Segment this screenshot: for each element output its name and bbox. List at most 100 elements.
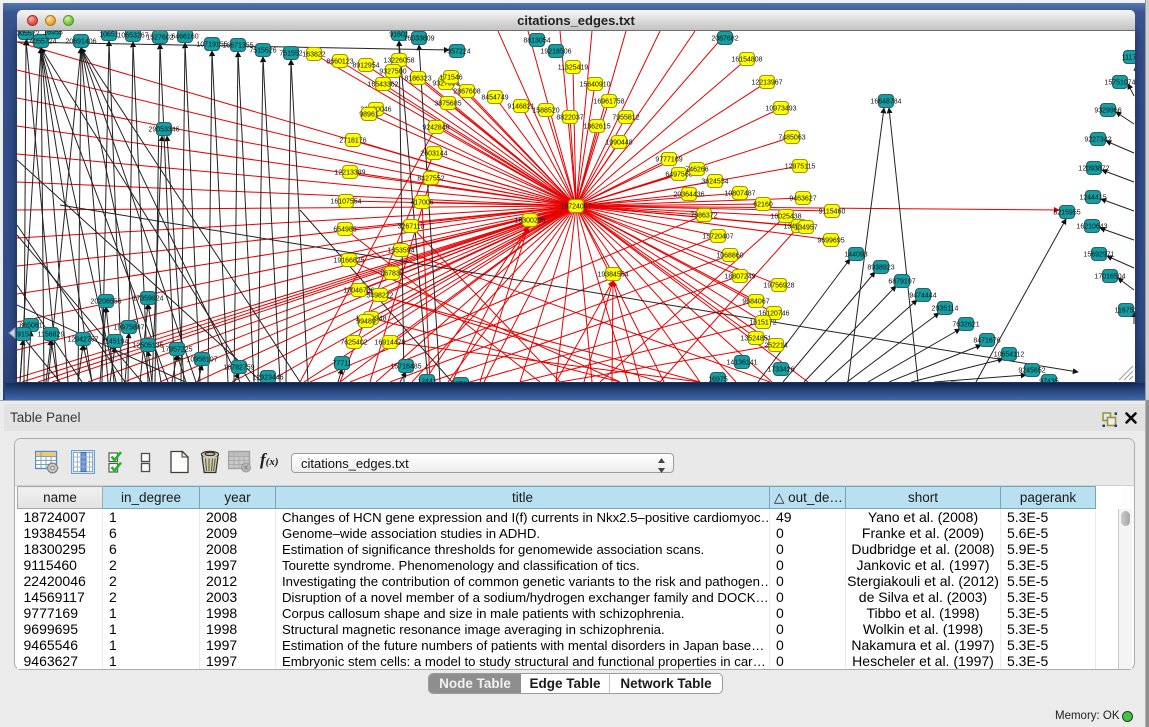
svg-text:15716485: 15716485 [390, 364, 421, 371]
svg-text:1353594: 1353594 [387, 248, 414, 255]
svg-text:9684067: 9684067 [742, 299, 769, 306]
svg-text:9115460: 9115460 [819, 209, 846, 216]
svg-text:10958107: 10958107 [186, 357, 217, 364]
svg-text:98961: 98961 [359, 112, 379, 119]
svg-text:14136141: 14136141 [726, 360, 757, 367]
svg-text:16975: 16975 [708, 377, 728, 383]
svg-text:3267110: 3267110 [398, 224, 425, 231]
svg-text:16782759: 16782759 [223, 365, 254, 372]
svg-text:20691406: 20691406 [65, 39, 96, 46]
svg-text:18807249: 18807249 [724, 274, 755, 281]
svg-text:6466160: 6466160 [171, 34, 198, 41]
svg-text:1145194: 1145194 [102, 339, 129, 346]
svg-text:9463627: 9463627 [789, 196, 816, 203]
svg-text:99489: 99489 [356, 319, 376, 326]
svg-text:18724007: 18724007 [560, 204, 591, 211]
svg-text:77711: 77711 [333, 361, 352, 368]
svg-text:1244415: 1244415 [1079, 195, 1106, 202]
svg-text:134957: 134957 [794, 225, 817, 232]
svg-text:11325419: 11325419 [558, 65, 589, 72]
svg-text:9777169: 9777169 [655, 157, 682, 164]
svg-text:20206556: 20206556 [90, 299, 121, 306]
svg-text:10654112: 10654112 [994, 352, 1025, 359]
svg-text:1068860: 1068860 [716, 253, 743, 260]
svg-text:1156829: 1156829 [38, 332, 65, 339]
svg-text:5498222: 5498222 [366, 293, 393, 300]
svg-text:9146821: 9146821 [507, 104, 534, 111]
svg-text:19975887: 19975887 [113, 325, 144, 332]
svg-text:2603144: 2603144 [420, 151, 447, 158]
svg-text:8427552: 8427552 [417, 176, 444, 183]
svg-text:19218506: 19218506 [540, 49, 571, 56]
svg-text:19166825: 19166825 [333, 258, 364, 265]
svg-text:2718176: 2718176 [339, 138, 366, 145]
svg-text:15720407: 15720407 [702, 234, 733, 241]
svg-text:3624554: 3624554 [701, 179, 728, 186]
svg-text:15692971: 15692971 [1083, 252, 1114, 259]
svg-text:12975115: 12975115 [785, 164, 816, 171]
svg-text:9245652: 9245652 [1018, 368, 1045, 375]
svg-text:10807487: 10807487 [724, 191, 755, 198]
svg-text:13524851: 13524851 [740, 336, 771, 343]
svg-text:1990448: 1990448 [605, 140, 632, 147]
svg-text:7955812: 7955812 [612, 115, 639, 122]
svg-text:17016504: 17016504 [1094, 274, 1125, 281]
svg-text:2087682: 2087682 [711, 36, 738, 43]
svg-text:16033809: 16033809 [403, 36, 434, 43]
svg-text:12942757: 12942757 [67, 337, 98, 344]
svg-text:16107554: 16107554 [330, 199, 361, 206]
svg-text:9329966: 9329966 [1094, 108, 1121, 115]
svg-text:144093: 144093 [844, 252, 867, 259]
svg-text:8186323: 8186323 [404, 76, 431, 83]
svg-text:7986372: 7986372 [690, 213, 717, 220]
svg-text:8660123: 8660123 [326, 59, 353, 66]
svg-text:8454749: 8454749 [481, 95, 508, 102]
svg-text:12213967: 12213967 [751, 80, 782, 87]
svg-text:9242848: 9242848 [422, 125, 449, 132]
svg-text:1362615: 1362615 [583, 124, 610, 131]
svg-text:8215955: 8215955 [1053, 210, 1080, 217]
svg-text:12441: 12441 [417, 379, 437, 383]
svg-text:16961758: 16961758 [593, 99, 624, 106]
svg-text:16914479: 16914479 [374, 340, 405, 347]
svg-text:16154808: 16154808 [731, 57, 762, 64]
svg-text:9227342: 9227342 [1084, 137, 1111, 144]
svg-text:252214: 252214 [764, 343, 787, 350]
svg-text:14055724: 14055724 [25, 39, 56, 46]
svg-text:867833: 867833 [380, 271, 403, 278]
svg-text:7485063: 7485063 [778, 135, 805, 142]
svg-text:3875685: 3875685 [434, 101, 461, 108]
svg-text:7515526: 7515526 [249, 48, 276, 55]
svg-text:16210643: 16210643 [1076, 224, 1107, 231]
svg-text:8471676: 8471676 [973, 338, 1000, 345]
svg-text:39154: 39154 [17, 332, 33, 339]
svg-text:13226058: 13226058 [383, 58, 414, 65]
svg-text:12923446: 12923446 [252, 375, 283, 382]
svg-text:19756928: 19756928 [763, 283, 794, 290]
svg-text:417006: 417006 [410, 200, 433, 207]
svg-text:11171: 11171 [1122, 55, 1135, 62]
svg-text:8822037: 8822037 [556, 115, 583, 122]
svg-text:19384554: 19384554 [597, 272, 628, 279]
svg-text:16648784: 16648784 [870, 99, 901, 106]
svg-text:7625402: 7625402 [340, 340, 367, 347]
svg-text:9474444: 9474444 [909, 293, 936, 300]
svg-text:751552: 751552 [279, 51, 302, 58]
svg-text:171546: 171546 [439, 75, 462, 82]
svg-text:9327500: 9327500 [379, 69, 406, 76]
svg-text:2867608: 2867608 [453, 89, 480, 96]
svg-text:16792: 16792 [451, 382, 471, 383]
svg-text:10651: 10651 [99, 32, 119, 39]
svg-text:8912954: 8912954 [352, 63, 379, 70]
svg-text:1588520: 1588520 [532, 108, 559, 115]
svg-text:8938923: 8938923 [867, 265, 894, 272]
svg-text:8813054: 8813054 [523, 38, 550, 45]
svg-text:7357224: 7357224 [443, 49, 470, 56]
svg-text:62160: 62160 [753, 202, 773, 209]
svg-text:7632621: 7632621 [952, 322, 979, 329]
svg-text:16543362: 16543362 [367, 82, 398, 89]
svg-text:17359924: 17359924 [132, 296, 163, 303]
svg-text:15751074: 15751074 [1104, 80, 1135, 87]
svg-text:163822: 163822 [302, 52, 325, 59]
svg-text:12505135: 12505135 [132, 343, 163, 350]
